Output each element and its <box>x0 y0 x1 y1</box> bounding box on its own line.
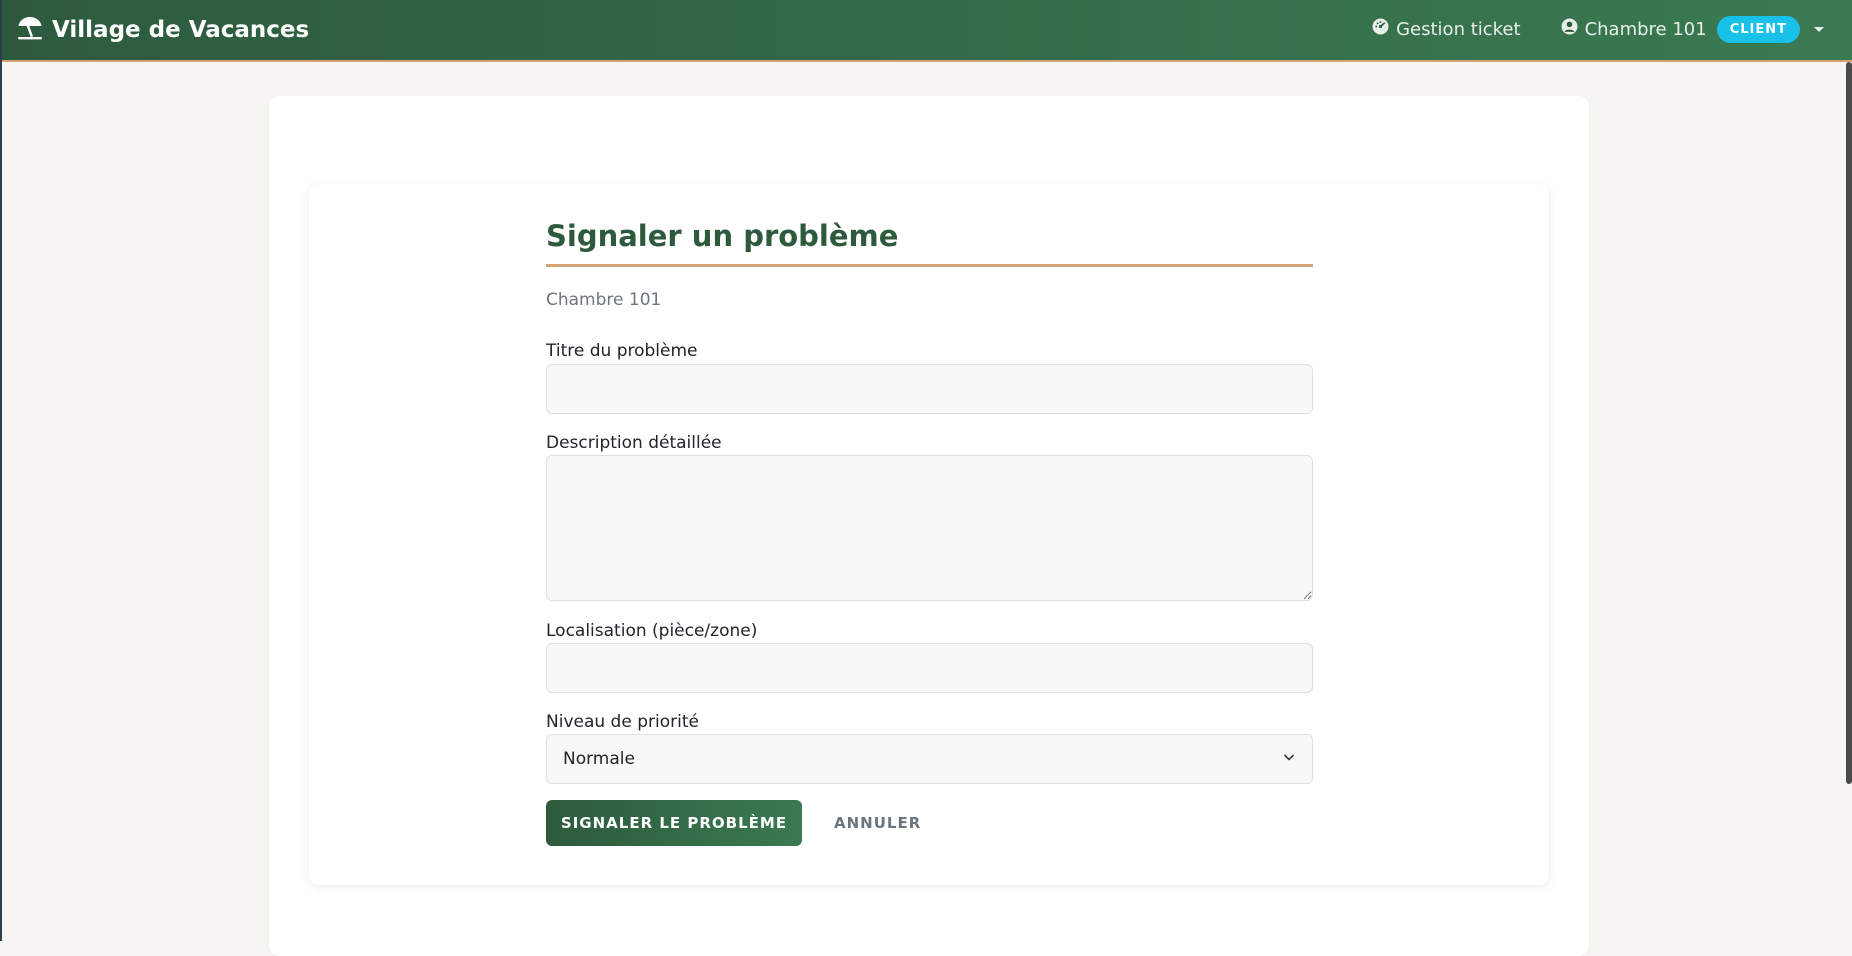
brand-name: Village de Vacances <box>52 17 310 43</box>
umbrella-beach-icon <box>16 13 44 47</box>
title-field-label: Titre du problème <box>546 341 698 361</box>
location-field-label: Localisation (pièce/zone) <box>546 621 758 641</box>
gestion-ticket-label: Gestion ticket <box>1396 18 1521 40</box>
brand-link[interactable]: Village de Vacances <box>16 0 309 60</box>
description-field-label: Description détaillée <box>546 433 722 453</box>
chevron-down-icon <box>1282 749 1296 769</box>
description-textarea[interactable] <box>546 455 1313 601</box>
navbar-right: Gestion ticket Chambre 101 CLIENT <box>1372 0 1824 58</box>
gestion-ticket-link[interactable]: Gestion ticket <box>1372 18 1521 40</box>
location-input[interactable] <box>546 643 1313 693</box>
user-menu-toggle[interactable]: Chambre 101 CLIENT <box>1561 15 1824 43</box>
title-input[interactable] <box>546 364 1313 414</box>
user-circle-icon <box>1561 18 1578 40</box>
main-container: Signaler un problème Chambre 101 Titre d… <box>269 96 1589 956</box>
page-title: Signaler un problème <box>546 219 1313 267</box>
priority-field-label: Niveau de priorité <box>546 712 699 732</box>
page: Village de Vacances Gestion ticket Chamb… <box>0 0 1852 956</box>
cancel-button[interactable]: ANNULER <box>834 800 921 846</box>
room-subtitle: Chambre 101 <box>546 290 662 310</box>
user-name: Chambre 101 <box>1584 18 1707 40</box>
report-form-card: Signaler un problème Chambre 101 Titre d… <box>309 184 1549 885</box>
priority-selected-value: Normale <box>563 749 635 769</box>
chevron-down-icon <box>1814 26 1824 32</box>
role-badge: CLIENT <box>1716 15 1800 43</box>
page-scrollbar[interactable] <box>1846 62 1852 784</box>
top-navbar: Village de Vacances Gestion ticket Chamb… <box>2 0 1852 62</box>
priority-select[interactable]: Normale <box>546 734 1313 784</box>
submit-report-button[interactable]: SIGNALER LE PROBLÈME <box>546 800 802 846</box>
gauge-icon <box>1372 18 1389 40</box>
